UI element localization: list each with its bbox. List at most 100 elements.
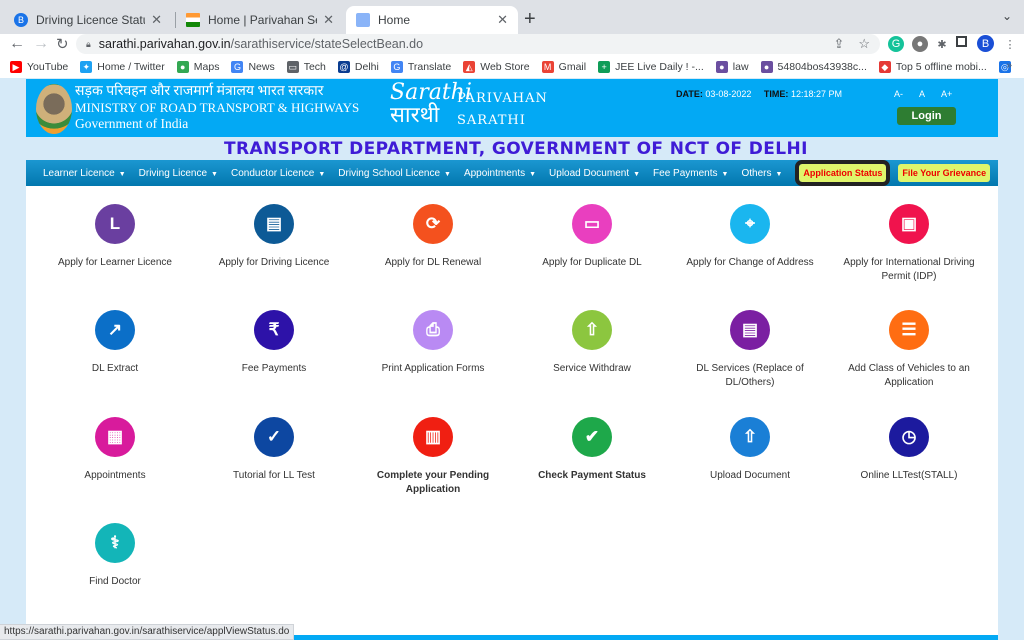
forward-icon[interactable]: → <box>33 35 49 53</box>
dl-renewal-icon[interactable]: ⟳ <box>413 204 453 244</box>
new-tab-button[interactable]: + <box>524 8 536 31</box>
font-normal-button[interactable]: A <box>919 89 925 99</box>
bookmark-item[interactable]: M Gmail <box>541 61 586 73</box>
withdraw-upload-icon[interactable]: ⇧ <box>572 310 612 350</box>
duplicate-dl-icon[interactable]: ▭ <box>572 204 612 244</box>
font-decrease-button[interactable]: A- <box>894 89 903 99</box>
service-label[interactable]: Apply for Duplicate DL <box>513 256 671 270</box>
service-label[interactable]: Apply for International Driving Permit (… <box>830 256 988 284</box>
menu-item-upload-document[interactable]: Upload Document ▼ <box>549 168 640 179</box>
export-icon[interactable]: ↗ <box>95 310 135 350</box>
url-input[interactable]: 🔒︎ sarathi.parivahan.gov.in/sarathiservi… <box>76 34 880 54</box>
service-tile[interactable]: ✓ Tutorial for LL Test <box>195 417 353 483</box>
service-label[interactable]: Online LLTest(STALL) <box>830 469 988 483</box>
service-label[interactable]: Apply for Learner Licence <box>36 256 194 270</box>
report-clipboard-icon[interactable]: ▥ <box>413 417 453 457</box>
checklist-icon[interactable]: ☰ <box>889 310 929 350</box>
close-tab-icon[interactable]: ✕ <box>497 12 508 28</box>
service-label[interactable]: Add Class of Vehicles to an Application <box>830 362 988 390</box>
service-label[interactable]: Fee Payments <box>195 362 353 376</box>
back-icon[interactable]: ← <box>9 35 25 53</box>
bookmark-item[interactable]: ✦ Home / Twitter <box>80 61 165 73</box>
id-card-icon[interactable]: ▣ <box>889 204 929 244</box>
service-label[interactable]: Apply for Change of Address <box>671 256 829 270</box>
bookmark-item[interactable]: @ Delhi <box>337 61 379 73</box>
puzzle-extensions-icon[interactable]: ✱ <box>934 36 950 52</box>
service-label[interactable]: Tutorial for LL Test <box>195 469 353 483</box>
close-tab-icon[interactable]: ✕ <box>151 12 162 28</box>
menu-item-conductor-licence[interactable]: Conductor Licence ▼ <box>231 168 325 179</box>
grammarly-extension-icon[interactable]: G <box>888 36 904 52</box>
calendar-icon[interactable]: ▦ <box>95 417 135 457</box>
bookmark-item[interactable]: G News <box>231 61 275 73</box>
application-status-button[interactable]: Application Status <box>795 160 891 186</box>
menu-item-appointments[interactable]: Appointments ▼ <box>464 168 536 179</box>
service-tile[interactable]: ↗ DL Extract <box>36 310 194 376</box>
sarathi-logo[interactable]: Sarathi सारथी PARIVAHAN SARATHI <box>390 82 547 129</box>
bookmark-item[interactable]: ● 54804bos43938c... <box>760 61 867 73</box>
location-pin-icon[interactable]: ⌖ <box>730 204 770 244</box>
bookmark-item[interactable]: ● Maps <box>176 61 219 73</box>
service-tile[interactable]: ₹ Fee Payments <box>195 310 353 376</box>
service-label[interactable]: Complete your Pending Application <box>354 469 512 497</box>
side-panel-icon[interactable] <box>956 36 967 47</box>
bookmark-item[interactable]: ● law <box>715 61 749 73</box>
hand-payment-icon[interactable]: ₹ <box>254 310 294 350</box>
service-tile[interactable]: ▣ Apply for International Driving Permit … <box>830 204 988 284</box>
menu-item-fee-payments[interactable]: Fee Payments ▼ <box>653 168 728 179</box>
service-tile[interactable]: ▦ Appointments <box>36 417 194 483</box>
service-label[interactable]: Service Withdraw <box>513 362 671 376</box>
bookmarks-overflow-icon[interactable]: » <box>1006 60 1012 71</box>
menu-item-driving-school-licence[interactable]: Driving School Licence ▼ <box>338 168 451 179</box>
service-tile[interactable]: ⟳ Apply for DL Renewal <box>354 204 512 270</box>
service-label[interactable]: Find Doctor <box>36 575 194 589</box>
printer-icon[interactable]: ⎙ <box>413 310 453 350</box>
service-tile[interactable]: ☰ Add Class of Vehicles to an Application <box>830 310 988 390</box>
doctor-icon[interactable]: ⚕ <box>95 523 135 563</box>
service-label[interactable]: Upload Document <box>671 469 829 483</box>
kebab-menu-icon[interactable]: ⋮ <box>1002 36 1018 52</box>
tab-driving-licence-status[interactable]: B Driving Licence Status Online | ✕ <box>4 6 172 34</box>
service-label[interactable]: DL Services (Replace of DL/Others) <box>671 362 829 390</box>
service-tile[interactable]: ⎙ Print Application Forms <box>354 310 512 376</box>
menu-item-others[interactable]: Others ▼ <box>741 168 782 179</box>
service-tile[interactable]: ⌖ Apply for Change of Address <box>671 204 829 270</box>
bookmark-item[interactable]: G Translate <box>390 61 451 73</box>
service-label[interactable]: Apply for DL Renewal <box>354 256 512 270</box>
learner-licence-icon[interactable]: L <box>95 204 135 244</box>
service-tile[interactable]: ▤ Apply for Driving Licence <box>195 204 353 270</box>
service-label[interactable]: Apply for Driving Licence <box>195 256 353 270</box>
service-tile[interactable]: ✔ Check Payment Status <box>513 417 671 483</box>
extension-badge-icon[interactable]: ● <box>912 36 928 52</box>
driving-licence-icon[interactable]: ▤ <box>254 204 294 244</box>
share-icon[interactable]: ⇪ <box>833 36 844 52</box>
service-tile[interactable]: ▤ DL Services (Replace of DL/Others) <box>671 310 829 390</box>
service-label[interactable]: Check Payment Status <box>513 469 671 483</box>
bookmark-item[interactable]: ◆ Top 5 offline mobi... <box>878 61 987 73</box>
login-button[interactable]: Login <box>897 107 956 125</box>
bookmark-item[interactable]: ◭ Web Store <box>463 61 530 73</box>
tab-search-chevron-icon[interactable]: ⌄ <box>1002 9 1012 23</box>
close-tab-icon[interactable]: ✕ <box>323 12 334 28</box>
clipboard-check-icon[interactable]: ✓ <box>254 417 294 457</box>
service-label[interactable]: Appointments <box>36 469 194 483</box>
font-increase-button[interactable]: A+ <box>941 89 952 99</box>
bookmark-item[interactable]: ▭ Tech <box>286 61 326 73</box>
service-label[interactable]: DL Extract <box>36 362 194 376</box>
upload-icon[interactable]: ⇧ <box>730 417 770 457</box>
tab-home[interactable]: Home ✕ <box>346 6 518 34</box>
service-tile[interactable]: ⇧ Service Withdraw <box>513 310 671 376</box>
service-label[interactable]: Print Application Forms <box>354 362 512 376</box>
card-check-icon[interactable]: ✔ <box>572 417 612 457</box>
service-tile[interactable]: ▥ Complete your Pending Application <box>354 417 512 497</box>
service-tile[interactable]: L Apply for Learner Licence <box>36 204 194 270</box>
service-tile[interactable]: ⚕ Find Doctor <box>36 523 194 589</box>
bookmark-item[interactable]: + JEE Live Daily ! -... <box>598 61 704 73</box>
reload-icon[interactable]: ↻ <box>56 35 69 53</box>
menu-item-driving-licence[interactable]: Driving Licence ▼ <box>139 168 218 179</box>
file-grievance-button[interactable]: File Your Grievance <box>898 164 991 182</box>
bookmark-star-icon[interactable]: ☆ <box>858 36 870 52</box>
service-tile[interactable]: ◷ Online LLTest(STALL) <box>830 417 988 483</box>
tab-parivahan-sewa[interactable]: Home | Parivahan Sewa | Minis ✕ <box>176 6 344 34</box>
profile-avatar-icon[interactable]: B <box>977 35 994 52</box>
